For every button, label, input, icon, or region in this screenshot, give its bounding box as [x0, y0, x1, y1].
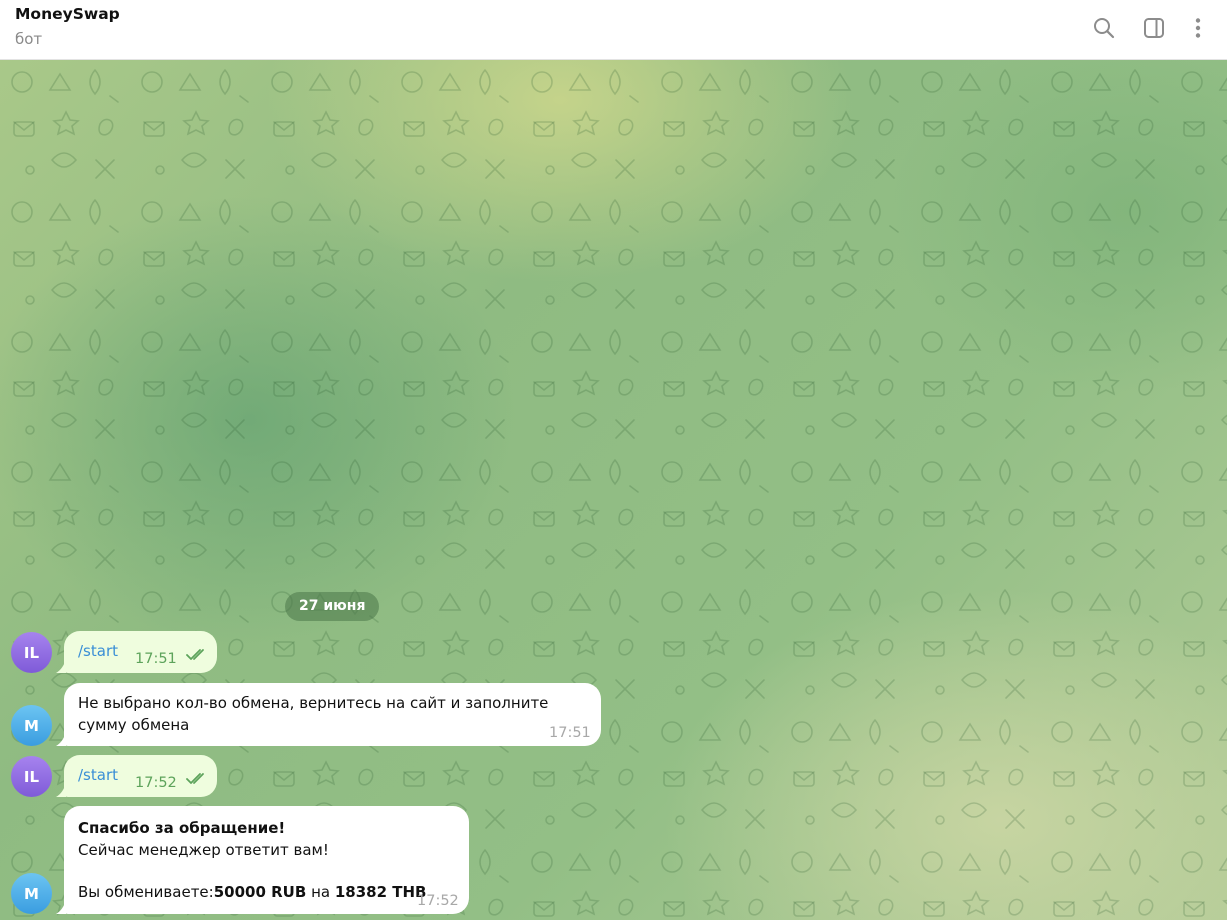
sidebar-toggle-icon[interactable]: [1140, 14, 1168, 42]
message-time: 17:51: [135, 651, 177, 667]
chat-background[interactable]: 27 июня IL /start 17:51 M Не выбрано кол…: [0, 60, 1227, 920]
chat-header: MoneySwap бот: [0, 0, 1227, 60]
message-heading: Спасибо за обращение!: [78, 819, 286, 837]
chat-title[interactable]: MoneySwap: [15, 5, 120, 23]
avatar[interactable]: IL: [11, 756, 52, 797]
command-link[interactable]: /start: [78, 640, 118, 662]
message-text-line: сумму обмена: [78, 716, 190, 734]
chat-subtitle: бот: [15, 30, 43, 48]
message-bubble: /start 17:52: [56, 755, 217, 797]
message-bubble: Не выбрано кол-во обмена, вернитесь на с…: [56, 683, 601, 746]
exchange-connector: на: [306, 883, 335, 901]
message-text-line: Сейчас менеджер ответит вам!: [78, 841, 329, 859]
command-link[interactable]: /start: [78, 764, 118, 786]
message-time: 17:51: [549, 725, 591, 741]
avatar[interactable]: M: [11, 873, 52, 914]
exchange-summary: Вы обмениваете:50000 RUB на 18382 THB: [78, 881, 426, 903]
amount-from: 50000 RUB: [213, 883, 307, 901]
message-bubble: Спасибо за обращение! Сейчас менеджер от…: [56, 806, 469, 914]
message-bubble: /start 17:51: [56, 631, 217, 673]
avatar[interactable]: M: [11, 705, 52, 746]
more-vertical-icon[interactable]: [1184, 14, 1212, 42]
message-text-line: Не выбрано кол-во обмена, вернитесь на с…: [78, 694, 549, 712]
date-separator: 27 июня: [285, 592, 380, 621]
message-time: 17:52: [135, 775, 177, 791]
bubble-tail: [56, 659, 66, 673]
avatar[interactable]: IL: [11, 632, 52, 673]
exchange-prefix: Вы обмениваете:: [78, 883, 214, 901]
bubble-tail: [56, 900, 66, 914]
double-check-icon: [186, 773, 204, 784]
search-icon[interactable]: [1090, 14, 1118, 42]
bubble-tail: [56, 732, 66, 746]
double-check-icon: [186, 649, 204, 660]
bubble-tail: [56, 783, 66, 797]
amount-to: 18382 THB: [334, 883, 427, 901]
message-time: 17:52: [417, 893, 459, 909]
